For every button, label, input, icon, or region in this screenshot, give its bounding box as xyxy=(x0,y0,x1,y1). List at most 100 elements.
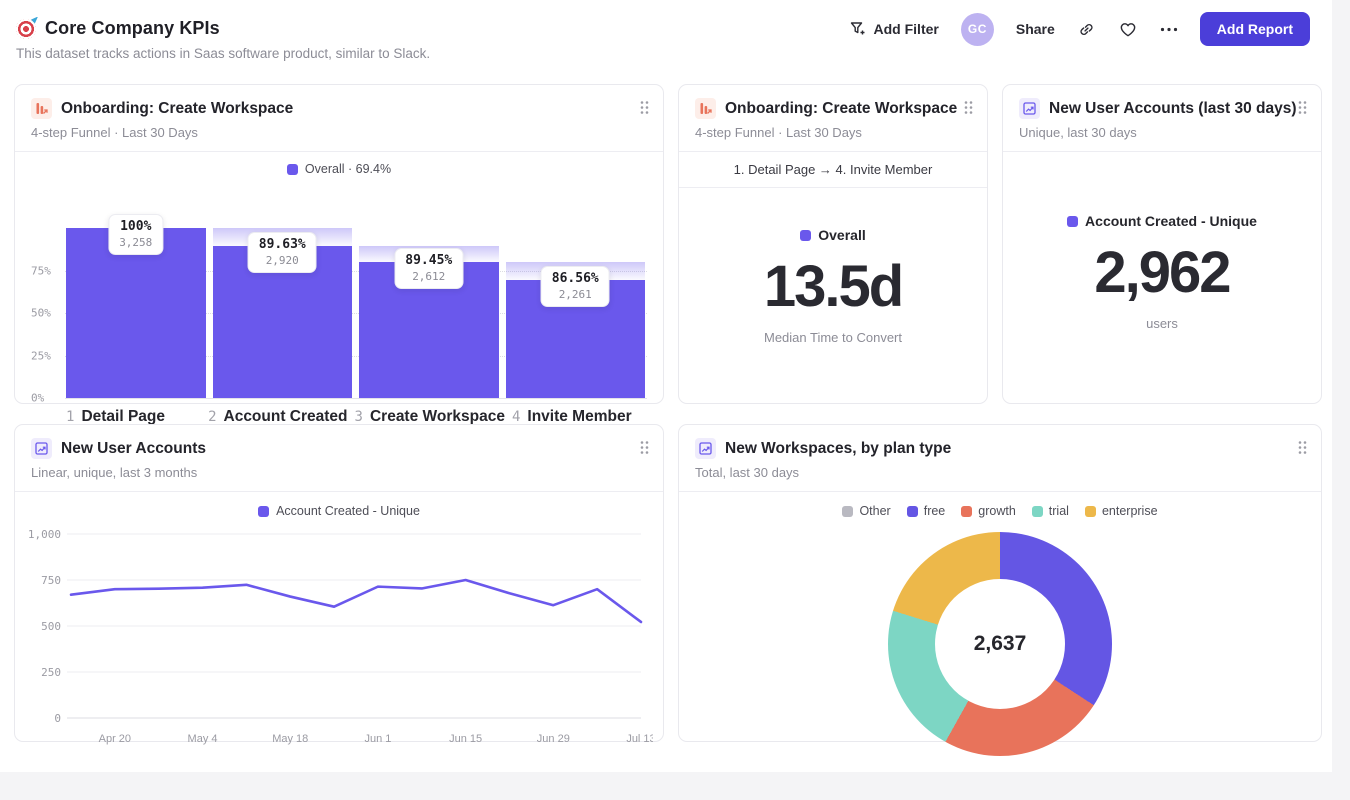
legend-label: Overall xyxy=(818,227,865,243)
legend-label: enterprise xyxy=(1102,504,1158,518)
funnel-bar-pct: 100% xyxy=(119,219,152,234)
funnel-bar[interactable]: 86.56%2,261 xyxy=(506,184,646,398)
donut-legend-item[interactable]: growth xyxy=(961,504,1016,518)
funnel-bar-count: 2,612 xyxy=(405,270,452,283)
line-series-path[interactable] xyxy=(71,580,641,622)
drag-handle-icon[interactable] xyxy=(1297,100,1308,120)
metric-caption: users xyxy=(1146,316,1178,331)
line-ytick-label: 1,000 xyxy=(28,528,61,541)
card-subtitle: Unique, last 30 days xyxy=(1019,125,1305,140)
card-median-time-to-convert: Onboarding: Create Workspace 4-step Funn… xyxy=(678,84,988,404)
card-subtitle: Linear, unique, last 3 months xyxy=(31,465,647,480)
funnel-ytick-label: 25% xyxy=(31,349,51,362)
funnel-chart-icon xyxy=(31,98,52,119)
copy-link-button[interactable] xyxy=(1077,20,1096,39)
funnel-gridline xyxy=(65,398,647,399)
legend-label: growth xyxy=(978,504,1016,518)
line-ytick-label: 500 xyxy=(41,620,61,633)
funnel-bar-label: 86.56%2,261 xyxy=(541,266,610,307)
funnel-bars: 100% 3,258 89.63% 2,920 89.45% 2,612 86.56%2,2… xyxy=(66,184,645,398)
funnel-bar-label: 89.63% 2,920 xyxy=(248,232,317,273)
drag-handle-icon[interactable] xyxy=(639,100,650,120)
more-options-button[interactable] xyxy=(1160,27,1178,32)
step-index: 2 xyxy=(208,409,216,425)
card-title: Onboarding: Create Workspace xyxy=(61,100,293,118)
add-filter-button[interactable]: Add Filter xyxy=(849,20,939,38)
avatar[interactable]: GC xyxy=(961,13,994,46)
funnel-bar-count: 2,920 xyxy=(259,254,306,267)
favorite-button[interactable] xyxy=(1118,20,1138,39)
add-report-button[interactable]: Add Report xyxy=(1200,12,1310,46)
line-xtick-label: Jul 13 xyxy=(626,733,653,745)
legend-label: Other xyxy=(859,504,890,518)
step-index: 3 xyxy=(355,409,363,425)
card-title: New User Accounts xyxy=(61,440,206,458)
card-title: Onboarding: Create Workspace xyxy=(725,100,957,118)
drag-handle-icon[interactable] xyxy=(1297,440,1308,460)
line-xtick-label: May 4 xyxy=(188,733,218,745)
drag-handle-icon[interactable] xyxy=(963,100,974,120)
card-new-user-accounts-line: New User Accounts Linear, unique, last 3… xyxy=(14,424,664,742)
card-new-workspaces-donut: New Workspaces, by plan type Total, last… xyxy=(678,424,1322,742)
funnel-legend: Overall · 69.4% xyxy=(31,162,647,176)
metric-legend: Account Created - Unique xyxy=(1067,213,1257,229)
legend-swatch xyxy=(800,230,811,241)
page-title: Core Company KPIs xyxy=(45,18,220,39)
line-xtick-label: May 18 xyxy=(272,733,308,745)
legend-swatch xyxy=(907,506,918,517)
drag-handle-icon[interactable] xyxy=(639,440,650,460)
share-button[interactable]: Share xyxy=(1016,21,1055,37)
funnel-ytick-label: 50% xyxy=(31,307,51,320)
donut-hole: 2,637 xyxy=(935,579,1065,709)
donut-chart[interactable]: 2,637 xyxy=(888,532,1112,756)
line-xtick-label: Jun 1 xyxy=(364,733,391,745)
card-new-user-accounts-30d: New User Accounts (last 30 days) Unique,… xyxy=(1002,84,1322,404)
funnel-bar[interactable]: 89.45% 2,612 xyxy=(359,184,499,398)
funnel-bar-pct: 89.45% xyxy=(405,253,452,268)
card-onboarding-funnel: Onboarding: Create Workspace 4-step Funn… xyxy=(14,84,664,404)
donut-legend: Other free growth trial enterprise xyxy=(695,504,1305,518)
page-subtitle: This dataset tracks actions in Saas soft… xyxy=(16,46,430,61)
funnel-bar-pct: 86.56% xyxy=(552,271,599,286)
line-legend: Account Created - Unique xyxy=(25,504,653,518)
funnel-bar[interactable]: 89.63% 2,920 xyxy=(213,184,353,398)
line-ytick-label: 250 xyxy=(41,666,61,679)
filter-plus-icon xyxy=(849,20,867,38)
funnel-bar-pct: 89.63% xyxy=(259,237,306,252)
line-xtick-label: Jun 15 xyxy=(449,733,482,745)
line-chart[interactable]: 0 250 500 750 1,000 Apr 20 May 4 May 18 Jun 1 Jun… xyxy=(25,518,653,750)
target-logo-icon xyxy=(16,19,36,39)
donut-legend-item[interactable]: Other xyxy=(842,504,890,518)
link-icon xyxy=(1077,20,1096,39)
funnel-plot: 0%25%50%75%100%3,25889.63%2,92089.45%2,6… xyxy=(31,184,647,398)
line-chart-icon xyxy=(31,438,52,459)
legend-label: Account Created - Unique xyxy=(276,504,420,518)
metric-caption: Median Time to Convert xyxy=(764,330,902,345)
legend-label: Overall · 69.4% xyxy=(305,162,391,176)
line-chart-icon xyxy=(695,438,716,459)
line-ytick-label: 750 xyxy=(41,574,61,587)
share-label: Share xyxy=(1016,21,1055,37)
metric-value: 2,962 xyxy=(1094,239,1229,306)
donut-center-value: 2,637 xyxy=(974,632,1027,656)
dashboard-page: Core Company KPIs This dataset tracks ac… xyxy=(0,0,1332,772)
donut-legend-item[interactable]: enterprise xyxy=(1085,504,1158,518)
funnel-ytick-label: 75% xyxy=(31,264,51,277)
card-title: New Workspaces, by plan type xyxy=(725,440,951,458)
donut-legend-item[interactable]: trial xyxy=(1032,504,1069,518)
line-xtick-label: Jun 29 xyxy=(537,733,570,745)
legend-swatch xyxy=(842,506,853,517)
line-xtick-label: Apr 20 xyxy=(99,733,131,745)
legend-swatch xyxy=(287,164,298,175)
funnel-bar-count: 3,258 xyxy=(119,236,152,249)
donut-legend-item[interactable]: free xyxy=(907,504,946,518)
funnel-bar[interactable]: 100% 3,258 xyxy=(66,184,206,398)
card-title: New User Accounts (last 30 days) xyxy=(1049,100,1297,118)
legend-label: trial xyxy=(1049,504,1069,518)
legend-swatch xyxy=(258,506,269,517)
legend-label: Account Created - Unique xyxy=(1085,213,1257,229)
legend-swatch xyxy=(1032,506,1043,517)
line-ytick-label: 0 xyxy=(54,712,61,725)
card-subtitle: 4-step Funnel · Last 30 Days xyxy=(695,125,971,140)
heart-icon xyxy=(1118,20,1138,39)
